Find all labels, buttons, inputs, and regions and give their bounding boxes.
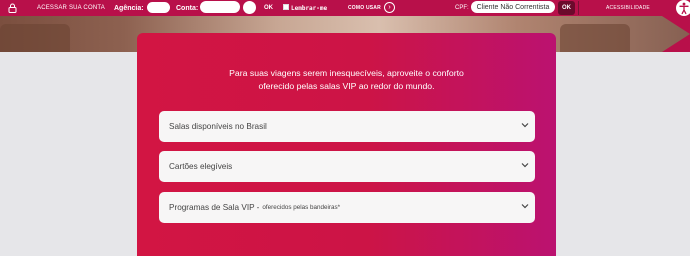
conta-input[interactable]	[200, 1, 240, 13]
chevron-down-icon	[521, 204, 529, 209]
lock-icon[interactable]	[8, 0, 19, 16]
accordion-subtitle: oferecidos pelas bandeiras*	[262, 204, 341, 211]
login-link[interactable]: ACESSAR SUA CONTA	[37, 0, 105, 16]
login-ok-button[interactable]: OK	[264, 0, 273, 16]
remember-checkbox[interactable]	[283, 4, 289, 10]
hero-chair	[560, 24, 630, 52]
chevron-down-icon	[521, 163, 529, 168]
accordion-salas-brasil[interactable]: Salas disponíveis no Brasil	[159, 111, 535, 142]
cpf-select[interactable]: Cliente Não Correntista	[471, 1, 555, 13]
remember-label[interactable]: Lembrar-me	[291, 0, 327, 16]
cpf-ok-button[interactable]: OK	[558, 1, 575, 15]
como-usar-link[interactable]: COMO USAR	[348, 0, 381, 16]
hero-chair	[0, 24, 70, 52]
agencia-label: Agência:	[114, 4, 144, 12]
accordion-title: Programas de Sala VIP -	[169, 203, 260, 212]
accordion-title: Cartões elegíveis	[169, 162, 233, 171]
accordion-title: Salas disponíveis no Brasil	[169, 122, 267, 131]
agencia-input[interactable]	[147, 2, 170, 13]
divider	[578, 1, 579, 15]
accordion-programas-sala-vip[interactable]: Programas de Sala VIP - oferecidos pelas…	[159, 192, 535, 223]
accessibility-icon[interactable]	[676, 0, 690, 16]
intro-text: Para suas viagens serem inesquecíveis, a…	[137, 67, 556, 93]
top-bar: ACESSAR SUA CONTA Agência: Conta: OK Lem…	[0, 0, 690, 16]
conta-digit-input[interactable]	[243, 1, 256, 14]
accordion-cartoes-elegiveis[interactable]: Cartões elegíveis	[159, 151, 535, 182]
vip-lounge-panel: Para suas viagens serem inesquecíveis, a…	[137, 33, 556, 256]
intro-line-1: Para suas viagens serem inesquecíveis, a…	[229, 68, 464, 78]
conta-label: Conta:	[176, 4, 199, 12]
intro-line-2: oferecido pelas salas VIP ao redor do mu…	[258, 81, 435, 91]
chevron-down-icon	[521, 123, 529, 128]
cpf-label: CPF:	[455, 5, 469, 11]
accessibility-link[interactable]: ACESSIBILIDADE	[606, 0, 650, 16]
hero-corner-decoration	[662, 16, 690, 52]
chevron-right-icon[interactable]: ›	[384, 2, 395, 13]
